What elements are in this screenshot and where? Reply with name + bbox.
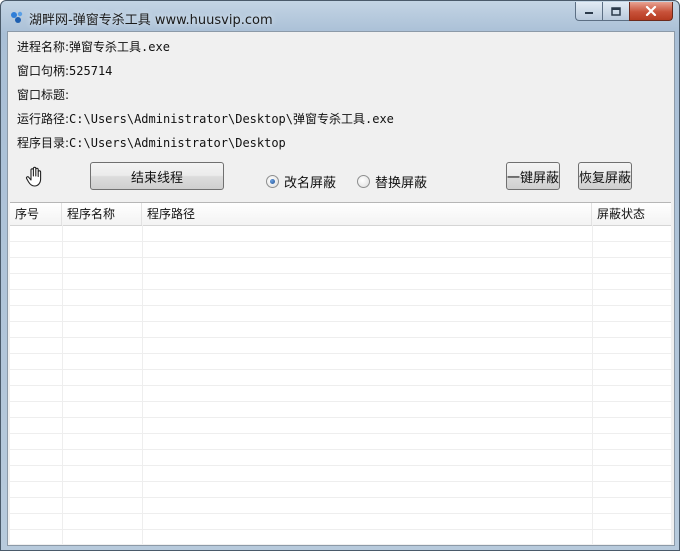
table-row-line <box>10 465 671 466</box>
rename-block-radio-dot[interactable] <box>266 175 279 188</box>
table-row-line <box>10 321 671 322</box>
close-icon <box>645 6 657 16</box>
program-dir-label: 程序目录: <box>17 136 70 150</box>
title-bar[interactable]: 湖畔网-弹窗专杀工具 www.huusvip.com <box>1 1 679 33</box>
restore-block-button[interactable]: 恢复屏蔽 <box>578 162 632 190</box>
program-dir-row: 程序目录:C:\Users\Administrator\Desktop <box>17 134 286 151</box>
window-controls <box>575 2 673 21</box>
table-row-line <box>10 385 671 386</box>
table-row-line <box>10 417 671 418</box>
maximize-button[interactable] <box>602 2 629 21</box>
run-path-label: 运行路径: <box>17 112 70 126</box>
rename-block-label: 改名屏蔽 <box>284 176 337 191</box>
app-logo-icon <box>11 11 23 23</box>
client-area: 进程名称:弹窗专杀工具.exe 窗口句柄:525714 窗口标题: 运行路径:C… <box>7 31 675 546</box>
table-row-line <box>10 513 671 514</box>
program-dir-value: C:\Users\Administrator\Desktop <box>69 136 286 150</box>
window-handle-label: 窗口句柄: <box>17 64 70 78</box>
app-window: 湖畔网-弹窗专杀工具 www.huusvip.com 进程名称:弹窗专杀工具.e… <box>0 0 680 551</box>
table-row-line <box>10 241 671 242</box>
one-key-block-button[interactable]: 一键屏蔽 <box>506 162 560 190</box>
run-path-row: 运行路径:C:\Users\Administrator\Desktop\弹窗专杀… <box>17 110 394 127</box>
table-row-line <box>10 273 671 274</box>
table-column-line <box>142 225 143 544</box>
replace-block-radio-dot[interactable] <box>357 175 370 188</box>
table-column-line <box>62 225 63 544</box>
table-row-line <box>10 369 671 370</box>
table-row-line <box>10 353 671 354</box>
maximize-icon <box>611 6 621 16</box>
table-header: 序号 程序名称 程序路径 屏蔽状态 <box>10 203 671 226</box>
rename-block-radio[interactable]: 改名屏蔽 <box>266 172 336 191</box>
window-title-row: 窗口标题: <box>17 86 69 103</box>
minimize-icon <box>585 12 593 14</box>
process-name-value: 弹窗专杀工具.exe <box>69 40 170 54</box>
table-row-line <box>10 481 671 482</box>
table-row-line <box>10 305 671 306</box>
table-row-line <box>10 449 671 450</box>
window-title-label: 窗口标题: <box>17 88 70 102</box>
close-button[interactable] <box>629 2 673 21</box>
process-table[interactable]: 序号 程序名称 程序路径 屏蔽状态 <box>10 202 671 544</box>
process-name-label: 进程名称: <box>17 40 70 54</box>
column-header-block-status[interactable]: 屏蔽状态 <box>592 203 671 225</box>
table-row-line <box>10 497 671 498</box>
table-row-line <box>10 529 671 530</box>
replace-block-radio[interactable]: 替换屏蔽 <box>357 172 427 191</box>
column-header-program-path[interactable]: 程序路径 <box>142 203 592 225</box>
window-title: 湖畔网-弹窗专杀工具 www.huusvip.com <box>29 13 273 28</box>
column-header-program-name[interactable]: 程序名称 <box>62 203 142 225</box>
table-row-line <box>10 337 671 338</box>
process-name-row: 进程名称:弹窗专杀工具.exe <box>17 38 170 55</box>
window-handle-value: 525714 <box>69 64 113 78</box>
table-column-line <box>592 225 593 544</box>
table-row-line <box>10 289 671 290</box>
column-header-index[interactable]: 序号 <box>10 203 62 225</box>
end-thread-button[interactable]: 结束线程 <box>90 162 224 190</box>
minimize-button[interactable] <box>575 2 602 21</box>
replace-block-label: 替换屏蔽 <box>375 176 428 191</box>
table-row-line <box>10 257 671 258</box>
hand-finder-icon[interactable] <box>25 166 45 188</box>
table-row-line <box>10 401 671 402</box>
window-handle-row: 窗口句柄:525714 <box>17 62 112 79</box>
table-row-line <box>10 433 671 434</box>
run-path-value: C:\Users\Administrator\Desktop\弹窗专杀工具.ex… <box>69 112 394 126</box>
